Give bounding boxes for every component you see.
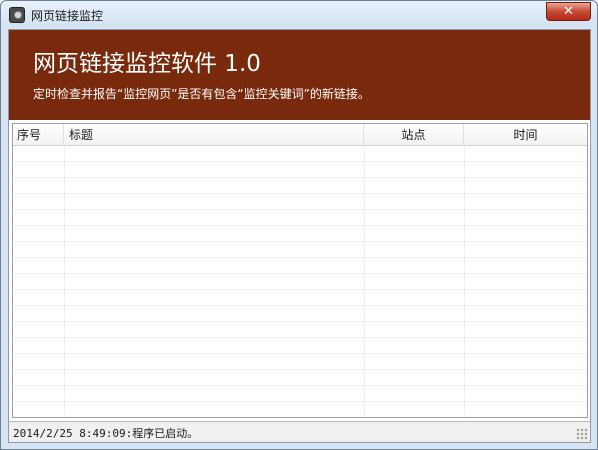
app-icon[interactable]	[9, 7, 25, 23]
banner-title: 网页链接监控软件 1.0	[33, 51, 261, 77]
column-header-site[interactable]: 站点	[364, 124, 464, 146]
header-banner: 网页链接监控软件 1.0 定时检查并报告“监控网页”是否有包含“监控关键词”的新…	[9, 30, 590, 120]
client-area: 网页链接监控软件 1.0 定时检查并报告“监控网页”是否有包含“监控关键词”的新…	[8, 29, 591, 443]
grid-divider	[64, 146, 65, 417]
title-bar[interactable]: 网页链接监控 ✕	[1, 1, 597, 27]
column-header-title[interactable]: 标题	[64, 124, 364, 146]
grid-divider	[364, 146, 365, 417]
window-title: 网页链接监控	[31, 9, 104, 23]
resize-grip-icon[interactable]	[576, 428, 588, 440]
column-header-index[interactable]: 序号	[13, 124, 64, 146]
grid-divider	[464, 146, 465, 417]
banner-subtitle: 定时检查并报告“监控网页”是否有包含“监控关键词”的新链接。	[33, 87, 370, 101]
app-window: 网页链接监控 ✕ 网页链接监控软件 1.0 定时检查并报告“监控网页”是否有包含…	[0, 0, 598, 450]
close-button[interactable]: ✕	[546, 2, 591, 21]
status-text: 2014/2/25 8:49:09:程序已启动。	[13, 427, 199, 440]
status-bar: 2014/2/25 8:49:09:程序已启动。	[9, 421, 590, 442]
column-header-time[interactable]: 时间	[464, 124, 587, 146]
list-header: 序号 标题 站点 时间	[13, 124, 587, 146]
list-body[interactable]	[13, 146, 587, 417]
links-list-view[interactable]: 序号 标题 站点 时间	[12, 123, 588, 418]
